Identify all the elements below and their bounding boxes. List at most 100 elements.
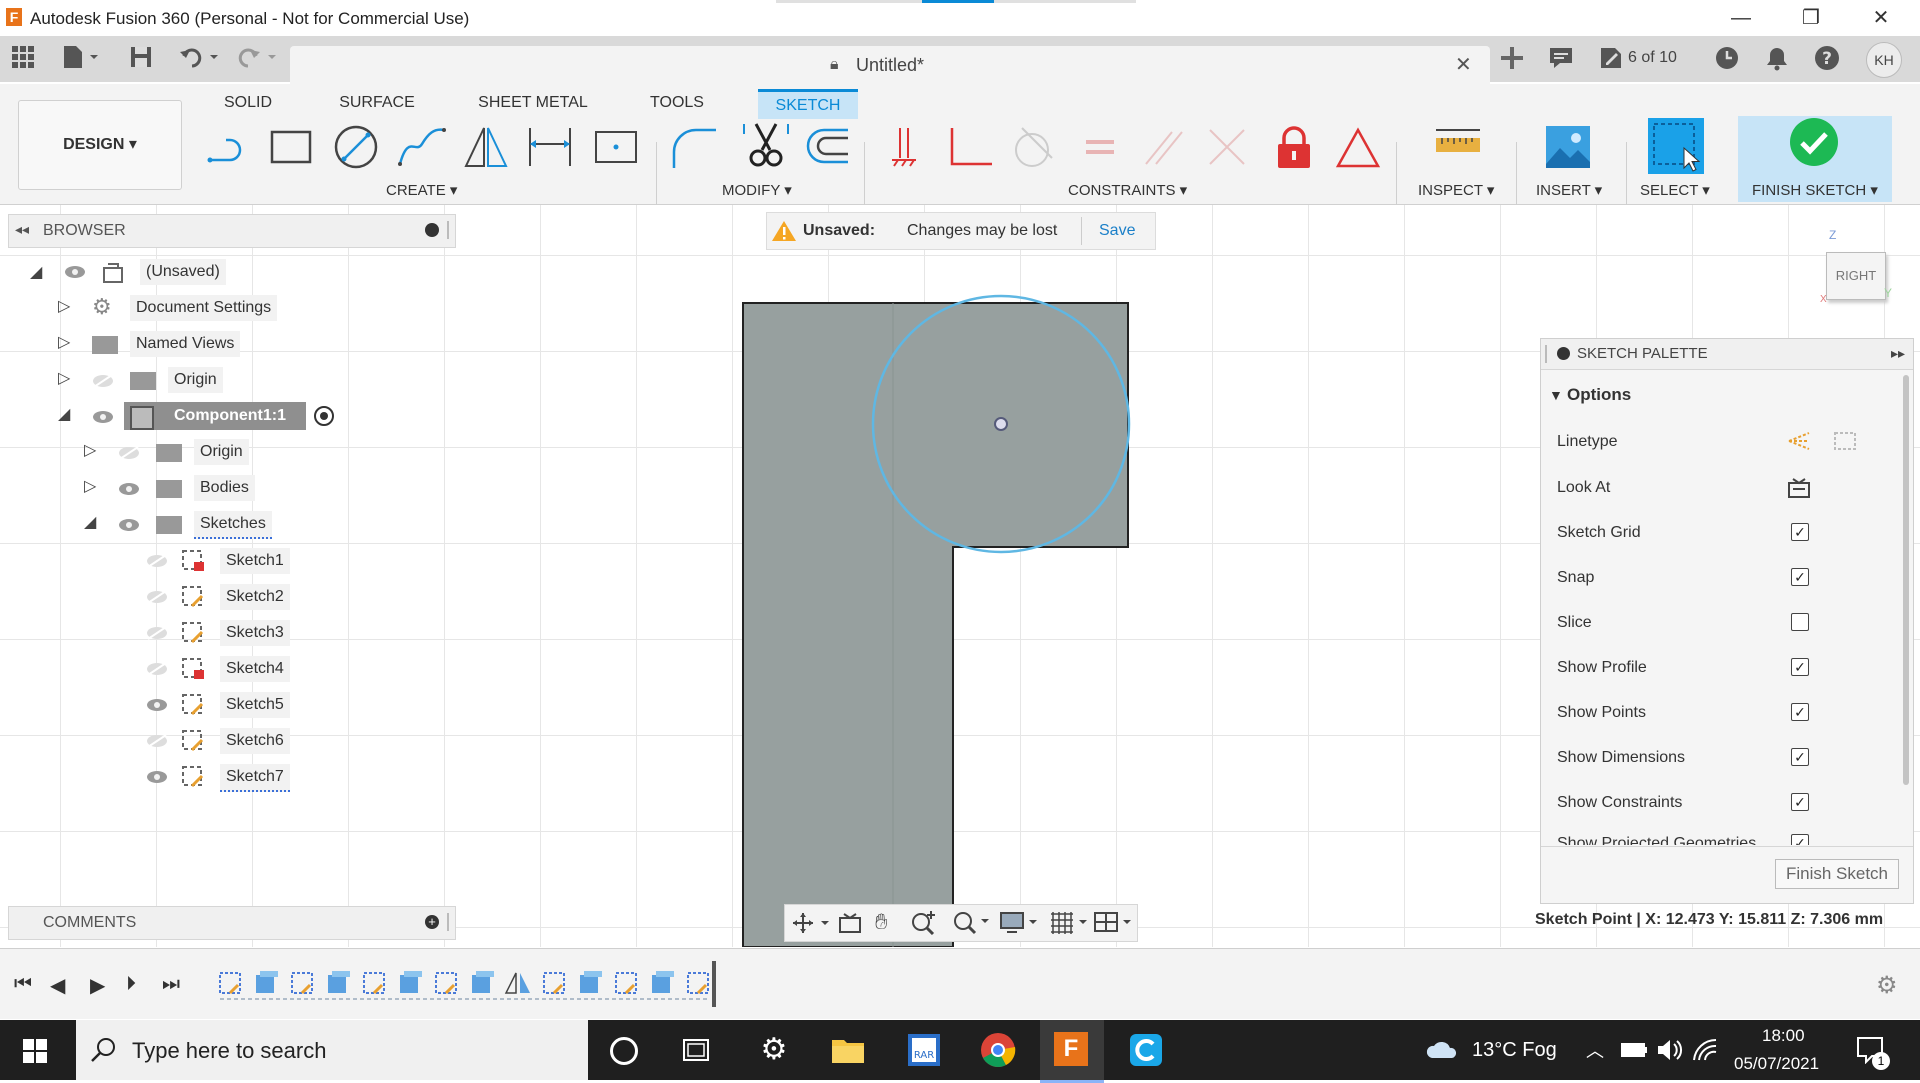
settings-gear-taskbar-icon[interactable]: ⚙ [754,1030,794,1070]
fusion-taskbar-active[interactable]: F [1040,1020,1104,1083]
sketch-grid-checkbox[interactable]: ✓ [1791,523,1809,541]
browser-minus-icon[interactable] [425,223,439,237]
create-group-dropdown[interactable]: CREATE ▾ [386,181,457,199]
add-comment-icon[interactable]: + [425,915,439,929]
new-tab-plus-icon[interactable] [1498,44,1526,78]
browser-item-comp-origin[interactable]: Origin [194,439,249,465]
workspace-design-dropdown[interactable]: DESIGN ▾ [18,100,182,190]
hidden-eye-icon[interactable] [146,734,168,748]
chrome-icon[interactable] [978,1030,1018,1070]
fix-constraint-icon[interactable] [878,124,930,170]
comments-panel-header[interactable]: COMMENTS + [8,906,456,940]
visibility-eye-icon[interactable] [118,482,140,496]
pan-hand-icon[interactable]: ✋︎ [875,909,888,935]
timeline-step-forward-icon[interactable]: ⏵ [126,973,136,996]
lock-constraint-icon[interactable] [1268,124,1320,170]
visibility-eye-icon[interactable] [64,265,86,279]
visibility-eye-icon[interactable] [92,410,114,424]
hidden-eye-icon[interactable] [118,446,140,460]
palette-minus-icon[interactable] [1557,347,1570,360]
browser-grip-icon[interactable] [447,221,449,239]
minimize-button[interactable]: — [1718,4,1764,32]
show-dimensions-checkbox[interactable]: ✓ [1791,748,1809,766]
expand-component-icon[interactable]: ◢ [58,404,70,424]
help-icon[interactable]: ? [1814,45,1840,77]
palette-grip-icon[interactable] [1545,345,1547,363]
cura-app-icon[interactable] [1126,1030,1166,1070]
save-link[interactable]: Save [1099,222,1135,240]
file-explorer-icon[interactable] [828,1030,868,1070]
weather-text[interactable]: 13°C Fog [1472,1039,1557,1062]
show-projected-checkbox[interactable]: ✓ [1791,834,1809,845]
redo-icon[interactable] [236,44,282,76]
comments-bubble-icon[interactable] [1548,45,1574,77]
orbit-icon[interactable] [791,911,831,935]
taskbar-search-box[interactable]: Type here to search [76,1020,588,1080]
hidden-eye-icon[interactable] [146,626,168,640]
hidden-eye-icon[interactable] [146,662,168,676]
insert-image-icon[interactable] [1542,124,1594,170]
display-settings-icon[interactable] [999,910,1039,936]
hidden-eye-icon[interactable] [92,374,114,388]
taskbar-date[interactable]: 05/07/2021 [1734,1054,1819,1074]
rectangle-tool-icon[interactable] [266,124,318,170]
comments-grip-icon[interactable] [447,913,449,931]
save-icon[interactable] [128,44,154,76]
parallel-constraint-icon[interactable] [1138,124,1190,170]
notifications-bell-icon[interactable] [1764,45,1790,77]
palette-collapse-icon[interactable]: ▸▸ [1891,345,1905,362]
measure-tool-icon[interactable] [1432,124,1484,170]
hidden-eye-icon[interactable] [146,554,168,568]
perpendicular-constraint-icon[interactable] [944,124,996,170]
options-expand-icon[interactable]: ▼ [1549,387,1563,403]
show-constraints-checkbox[interactable]: ✓ [1791,793,1809,811]
expand-sketches-icon[interactable]: ◢ [84,512,96,532]
show-points-checkbox[interactable]: ✓ [1791,703,1809,721]
expand-bodies-icon[interactable]: ▷ [84,476,96,496]
timeline-marker[interactable] [712,961,716,1007]
dimension-tool-icon[interactable] [524,124,576,170]
constraints-group-dropdown[interactable]: CONSTRAINTS ▾ [1068,181,1187,199]
timeline-step-back-icon[interactable]: ◀ [50,973,65,998]
browser-item-document-settings[interactable]: Document Settings [130,295,278,321]
show-hidden-icons-chevron[interactable]: ︿ [1586,1037,1604,1063]
mirror-tool-icon[interactable] [460,124,512,170]
job-status-count[interactable]: 6 of 10 [1628,49,1677,67]
expand-origin-icon[interactable]: ▷ [58,368,70,388]
zoom-icon[interactable] [909,909,937,935]
spline-tool-icon[interactable] [396,124,448,170]
tab-solid[interactable]: SOLID [214,92,282,114]
tab-surface[interactable]: SURFACE [330,92,424,114]
hidden-eye-icon[interactable] [146,590,168,604]
close-tab-icon[interactable]: ✕ [1455,52,1472,77]
browser-root-label[interactable]: (Unsaved) [140,259,226,285]
document-tab[interactable]: 🔒︎ Untitled* ✕ [290,46,1490,84]
close-window-button[interactable]: ✕ [1858,4,1904,32]
fit-view-icon[interactable] [951,909,991,935]
data-panel-grid-icon[interactable] [10,44,36,76]
modify-group-dropdown[interactable]: MODIFY ▾ [722,181,792,199]
viewcube[interactable]: RIGHT [1826,252,1886,300]
windows-start-icon[interactable] [22,1038,48,1064]
volume-icon[interactable] [1656,1038,1684,1062]
visibility-eye-icon[interactable] [118,518,140,532]
tab-tools[interactable]: TOOLS [640,92,714,114]
cortana-icon[interactable] [610,1037,638,1065]
browser-item-origin[interactable]: Origin [168,367,223,393]
file-menu-icon[interactable] [60,44,100,76]
browser-item-sketches[interactable]: Sketches [194,511,272,539]
expand-doc-settings-icon[interactable]: ▷ [58,296,70,316]
look-at-icon[interactable] [1785,475,1813,501]
clock-icon[interactable] [1714,45,1740,77]
undo-icon[interactable] [178,44,224,76]
timeline-settings-gear-icon[interactable]: ⚙ [1876,971,1898,1000]
palette-scrollbar[interactable] [1903,375,1909,785]
collapse-browser-icon[interactable]: ◂◂ [15,221,29,238]
restore-button[interactable]: ❐ [1788,4,1834,32]
equal-constraint-icon[interactable] [1074,124,1126,170]
finish-sketch-palette-button[interactable]: Finish Sketch [1775,859,1899,889]
task-view-icon[interactable] [676,1030,716,1070]
browser-item-named-views[interactable]: Named Views [130,331,241,357]
timeline-play-icon[interactable]: ▶ [90,973,105,998]
grid-settings-icon[interactable] [1049,910,1089,936]
